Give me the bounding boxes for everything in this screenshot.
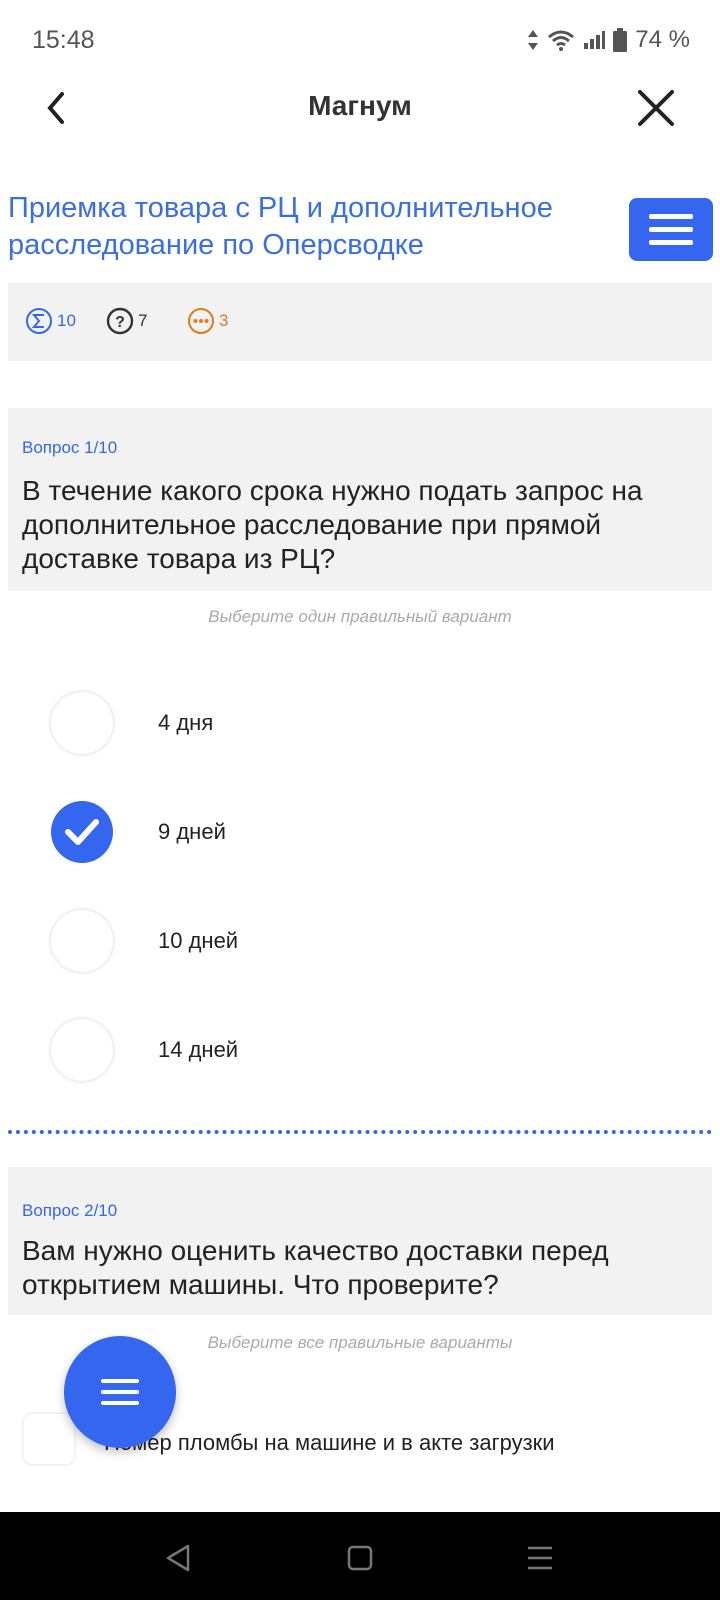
nav-back-button[interactable]: [158, 1540, 198, 1576]
recents-lines-icon: [528, 1546, 552, 1570]
battery-level: 74 %: [635, 26, 690, 53]
signal-icon: [583, 30, 606, 50]
status-icons: 74 %: [527, 26, 690, 54]
floating-menu-button[interactable]: [64, 1336, 176, 1448]
stats-panel: 10 ? 7 3: [8, 283, 712, 361]
stat-other-value: 3: [219, 311, 229, 330]
system-nav-bar: [0, 1512, 720, 1600]
app-bar: Магнум: [0, 80, 720, 136]
close-icon: [638, 90, 674, 126]
app-title: Магнум: [308, 90, 412, 121]
option-label: 9 дней: [158, 819, 226, 844]
question-card-1: Вопрос 1/10 В течение какого срока нужно…: [8, 408, 712, 591]
radio-button[interactable]: [51, 692, 113, 754]
stat-other: 3: [187, 307, 228, 335]
hamburger-icon: [649, 214, 693, 219]
course-title: Приемка товара с РЦ и дополнительное рас…: [8, 192, 553, 261]
checkmark-icon: [65, 819, 99, 845]
answer-option-2[interactable]: 9 дней: [0, 797, 720, 867]
battery-icon: [613, 28, 628, 52]
checkbox[interactable]: [24, 1414, 74, 1464]
option-label: 4 дня: [158, 710, 214, 735]
sigma-icon: [26, 308, 52, 334]
data-arrows-icon: [527, 29, 539, 51]
question-number: Вопрос 1/10: [22, 438, 118, 457]
radio-button-selected[interactable]: [51, 801, 113, 863]
nav-home-button[interactable]: [340, 1540, 380, 1576]
hamburger-icon: [101, 1379, 139, 1383]
more-dots-icon: [188, 308, 214, 334]
question-text: В течение какого срока нужно подать запр…: [22, 475, 643, 574]
square-home-icon: [347, 1545, 373, 1571]
stat-total: 10: [25, 307, 76, 335]
wifi-icon: [547, 29, 575, 51]
radio-button[interactable]: [51, 1019, 113, 1081]
question-divider: [8, 1130, 712, 1134]
question-card-2: Вопрос 2/10 Вам нужно оценить качество д…: [8, 1167, 712, 1315]
svg-text:?: ?: [115, 314, 125, 331]
menu-button[interactable]: [629, 198, 713, 261]
answer-option-3[interactable]: 10 дней: [0, 906, 720, 976]
stat-questions-value: 7: [138, 311, 148, 330]
question-icon: ?: [106, 307, 134, 335]
option-label: Номер пломбы на машине и в акте загрузки: [104, 1430, 555, 1455]
triangle-back-icon: [166, 1544, 190, 1572]
option-label: 10 дней: [158, 928, 239, 953]
stat-questions: ? 7: [106, 307, 147, 335]
answer-option-4[interactable]: 14 дней: [0, 1015, 720, 1085]
stat-total-value: 10: [57, 311, 76, 330]
question-number: Вопрос 2/10: [22, 1201, 118, 1220]
question-hint: Выберите один правильный вариант: [208, 607, 512, 626]
nav-recents-button[interactable]: [520, 1540, 560, 1576]
status-bar: 15:48 74 %: [0, 0, 720, 80]
question-text: Вам нужно оценить качество доставки пере…: [22, 1235, 609, 1300]
status-time: 15:48: [32, 26, 95, 54]
option-label: 14 дней: [158, 1037, 239, 1062]
close-button[interactable]: [636, 86, 676, 130]
answer-option-1[interactable]: 4 дня: [0, 688, 720, 758]
radio-button[interactable]: [51, 910, 113, 972]
